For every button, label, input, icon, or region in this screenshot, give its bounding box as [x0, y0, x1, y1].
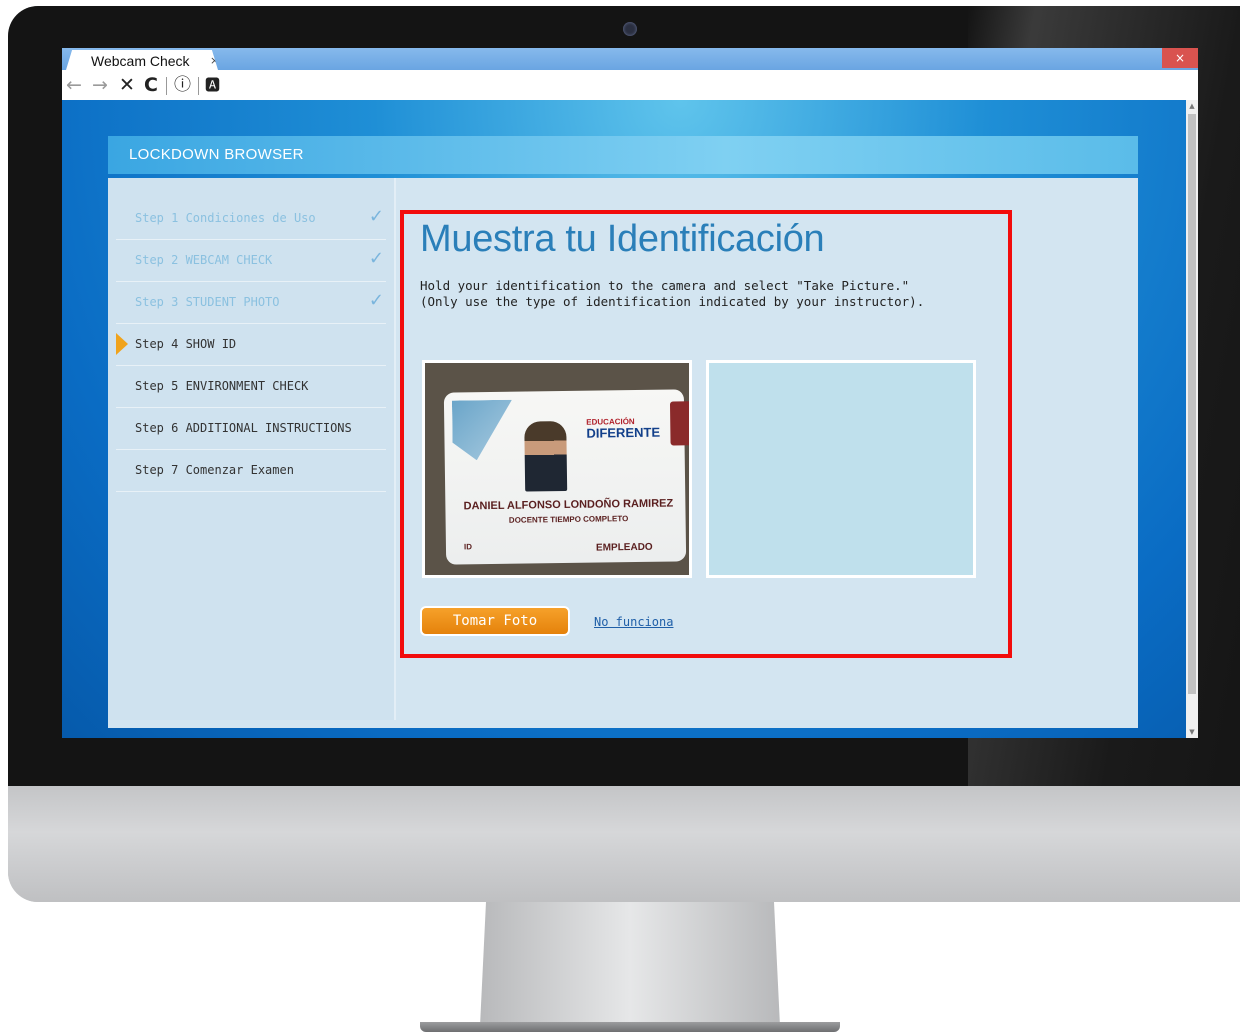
tab-title: Webcam Check: [91, 53, 190, 69]
forward-arrow-icon[interactable]: →: [92, 74, 108, 96]
not-working-link[interactable]: No funciona: [594, 615, 673, 629]
take-photo-button[interactable]: Tomar Foto: [420, 606, 570, 636]
check-icon: ✓: [368, 290, 384, 311]
toolbar-separator: [198, 77, 199, 95]
page-title: Muestra tu Identificación: [420, 218, 825, 260]
id-card-role: DOCENTE TIEMPO COMPLETO: [508, 514, 629, 525]
id-card-image: EDUCACIÓN DIFERENTE DANIEL ALFONSO LONDO…: [443, 389, 689, 565]
step-label: Step 2 WEBCAM CHECK: [135, 253, 273, 267]
app-header: LOCKDOWN BROWSER: [108, 136, 1138, 174]
scroll-up-arrow-icon[interactable]: ▲: [1187, 102, 1197, 110]
window-close-button[interactable]: ×: [1162, 48, 1198, 68]
tab-close-icon[interactable]: ×: [210, 54, 218, 67]
id-card-brand: EDUCACIÓN DIFERENTE: [586, 416, 661, 441]
toolbar-separator: [166, 77, 167, 95]
instructions-text: Hold your identification to the camera a…: [420, 278, 980, 310]
check-icon: ✓: [368, 206, 384, 227]
id-card-portrait: [524, 420, 568, 492]
step-label: Step 4 SHOW ID: [135, 337, 237, 351]
browser-tab[interactable]: Webcam Check ×: [66, 50, 218, 70]
browser-toolbar: ← → ✕ C ⓘ 🅰: [62, 70, 1198, 100]
step-label: Step 3 STUDENT PHOTO: [135, 295, 280, 309]
sidebar-step-3[interactable]: Step 3 STUDENT PHOTO ✓: [116, 282, 386, 324]
monitor-stand: [480, 902, 780, 1026]
sidebar-step-4[interactable]: Step 4 SHOW ID: [116, 324, 386, 366]
sidebar-step-6[interactable]: Step 6 ADDITIONAL INSTRUCTIONS: [116, 408, 386, 450]
back-arrow-icon[interactable]: ←: [66, 74, 82, 96]
vertical-scrollbar[interactable]: ▲ ▼: [1186, 100, 1198, 738]
browser-titlebar: Webcam Check × ×: [62, 48, 1198, 70]
id-card-seal-icon: [669, 401, 689, 446]
instructions-line-2: (Only use the type of identification ind…: [420, 294, 925, 309]
sidebar-step-1[interactable]: Step 1 Condiciones de Uso ✓: [116, 198, 386, 240]
sidebar-step-2[interactable]: Step 2 WEBCAM CHECK ✓: [116, 240, 386, 282]
id-card-id-label: ID: [463, 542, 473, 552]
stop-icon[interactable]: ✕: [119, 74, 135, 96]
current-step-arrow-icon: [116, 333, 128, 355]
step-label: Step 6 ADDITIONAL INSTRUCTIONS: [135, 421, 352, 435]
app-header-title: LOCKDOWN BROWSER: [129, 146, 304, 163]
step-content: Muestra tu Identificación Hold your iden…: [398, 178, 1138, 720]
id-card-brand-main: DIFERENTE: [586, 424, 661, 441]
sidebar-step-5[interactable]: Step 5 ENVIRONMENT CHECK: [116, 366, 386, 408]
reload-icon[interactable]: C: [144, 74, 158, 96]
info-icon[interactable]: ⓘ: [174, 74, 191, 96]
id-card-stripe: [452, 400, 513, 461]
reader-icon[interactable]: 🅰: [205, 74, 220, 96]
scroll-thumb[interactable]: [1188, 114, 1196, 694]
step-label: Step 7 Comenzar Examen: [135, 463, 294, 477]
scroll-down-arrow-icon[interactable]: ▼: [1187, 728, 1197, 736]
page-viewport: LOCKDOWN BROWSER Step 1 Condiciones de U…: [62, 100, 1186, 738]
id-card-employee: EMPLEADO: [595, 541, 653, 554]
captured-photo-preview: [706, 360, 976, 578]
sidebar-step-7[interactable]: Step 7 Comenzar Examen: [116, 450, 386, 492]
step-label: Step 1 Condiciones de Uso: [135, 211, 316, 225]
id-card-name: DANIEL ALFONSO LONDOÑO RAMIREZ: [463, 497, 674, 513]
step-label: Step 5 ENVIRONMENT CHECK: [135, 379, 309, 393]
check-icon: ✓: [368, 248, 384, 269]
app-panel: Step 1 Condiciones de Uso ✓ Step 2 WEBCA…: [108, 178, 1138, 728]
monitor-chin: [8, 786, 1240, 902]
steps-sidebar: Step 1 Condiciones de Uso ✓ Step 2 WEBCA…: [108, 178, 396, 720]
webcam-lens-icon: [623, 22, 637, 36]
monitor-stand-base: [420, 1022, 840, 1032]
instructions-line-1: Hold your identification to the camera a…: [420, 278, 910, 293]
webcam-live-view: EDUCACIÓN DIFERENTE DANIEL ALFONSO LONDO…: [422, 360, 692, 578]
browser-window: Webcam Check × × ← → ✕ C ⓘ 🅰 LOCKDOWN BR…: [62, 48, 1198, 738]
